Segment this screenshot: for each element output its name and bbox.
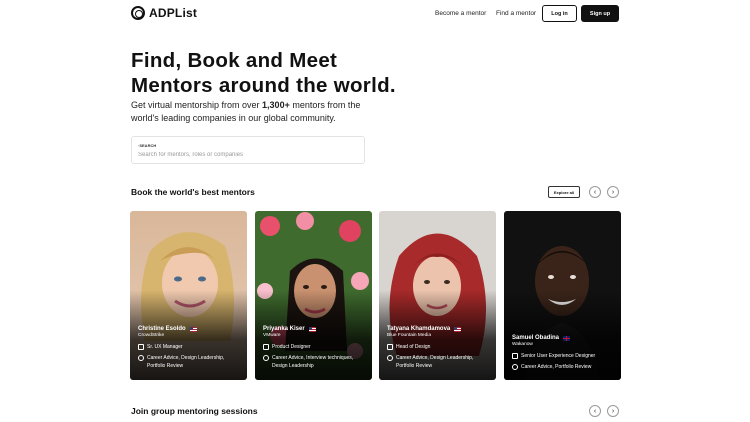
- us-flag-icon: [454, 326, 462, 332]
- mentor-topics-row: Career Advice, Design Leadership, Portfo…: [138, 354, 241, 370]
- mentor-role-row: Head of Design: [387, 343, 490, 351]
- mentor-company: Wakanow: [512, 342, 533, 347]
- chevron-right-icon: ›: [611, 407, 615, 415]
- mentor-name-row: Tatyana Khamdamova: [387, 326, 490, 332]
- us-flag-icon: [308, 326, 316, 332]
- mentor-topics: Career Advice, Design Leadership, Portfo…: [147, 355, 225, 369]
- chevron-right-icon: ›: [611, 188, 615, 196]
- mentor-topics: Career Advice, Interview techniques, Des…: [272, 355, 354, 369]
- mentor-topics: Career Advice, Design Leadership, Portfo…: [396, 355, 474, 369]
- search-box[interactable]: ·SEARCH: [131, 136, 365, 164]
- mentor-topics-row: Career Advice, Portfolio Review: [512, 363, 615, 371]
- mentor-name: Christine Esoldo: [138, 326, 186, 332]
- signup-button[interactable]: Sign up: [581, 5, 619, 22]
- mentor-role: Head of Design: [396, 344, 431, 350]
- mentor-card[interactable]: Priyanka Kiser VMware Product Designer C…: [255, 211, 372, 380]
- briefcase-icon: [263, 344, 269, 350]
- mentor-name: Samuel Obadina: [512, 335, 560, 341]
- mentor-company: Blue Fountain Media: [387, 333, 431, 338]
- mentors-prev-button[interactable]: ‹: [589, 186, 601, 198]
- briefcase-icon: [512, 353, 518, 359]
- mentor-company: VMware: [263, 333, 281, 338]
- mentor-name-row: Samuel Obadina: [512, 335, 615, 341]
- mentor-name: Tatyana Khamdamova: [387, 326, 451, 332]
- mentor-name: Priyanka Kiser: [263, 326, 305, 332]
- mentor-card[interactable]: Samuel Obadina Wakanow Senior User Exper…: [504, 211, 621, 380]
- mentor-company: CrowdStrike: [138, 333, 165, 338]
- us-flag-icon: [189, 326, 197, 332]
- mentor-topics-row: Career Advice, Interview techniques, Des…: [263, 354, 366, 370]
- logo-text: ADPList: [149, 6, 198, 20]
- chat-icon: [138, 355, 144, 361]
- chat-icon: [387, 355, 393, 361]
- login-button[interactable]: Log in: [542, 5, 577, 22]
- hero-subtitle-before: Get virtual mentorship from over: [131, 100, 263, 110]
- uk-flag-icon: [563, 335, 571, 341]
- hero-title-line1: Find, Book and Meet: [131, 49, 338, 72]
- briefcase-icon: [387, 344, 393, 350]
- mentor-topics: Career Advice, Portfolio Review: [521, 364, 592, 370]
- chevron-left-icon: ‹: [593, 407, 597, 415]
- logo-icon: [131, 6, 145, 20]
- nav-become-mentor[interactable]: Become a mentor: [435, 10, 486, 17]
- mentor-role-row: Sr. UX Manager: [138, 343, 241, 351]
- mentor-info: Tatyana Khamdamova Blue Fountain Media H…: [387, 326, 490, 370]
- chat-icon: [512, 364, 518, 370]
- mentor-info: Samuel Obadina Wakanow Senior User Exper…: [512, 335, 615, 371]
- hero-title: Find, Book and Meet Mentors around the w…: [131, 48, 431, 98]
- group-next-button[interactable]: ›: [607, 405, 619, 417]
- search-input[interactable]: [138, 150, 358, 160]
- mentor-info: Priyanka Kiser VMware Product Designer C…: [263, 326, 366, 370]
- nav-find-mentor[interactable]: Find a mentor: [496, 10, 536, 17]
- mentor-card[interactable]: Tatyana Khamdamova Blue Fountain Media H…: [379, 211, 496, 380]
- mentor-name-row: Priyanka Kiser: [263, 326, 366, 332]
- mentor-role: Sr. UX Manager: [147, 344, 183, 350]
- group-section-title: Join group mentoring sessions: [131, 406, 258, 416]
- hero-title-line2: Mentors around the world.: [131, 74, 396, 97]
- mentors-next-button[interactable]: ›: [607, 186, 619, 198]
- mentor-role: Product Designer: [272, 344, 311, 350]
- mentor-topics-row: Career Advice, Design Leadership, Portfo…: [387, 354, 490, 370]
- mentor-role: Senior User Experience Designer: [521, 353, 596, 359]
- mentor-role-row: Senior User Experience Designer: [512, 352, 615, 360]
- top-navbar: ADPList Become a mentor Find a mentor Lo…: [0, 0, 750, 28]
- mentor-count: 1,300+: [262, 100, 290, 110]
- briefcase-icon: [138, 344, 144, 350]
- chevron-left-icon: ‹: [593, 188, 597, 196]
- mentor-info: Christine Esoldo CrowdStrike Sr. UX Mana…: [138, 326, 241, 370]
- group-prev-button[interactable]: ‹: [589, 405, 601, 417]
- mentor-card[interactable]: Christine Esoldo CrowdStrike Sr. UX Mana…: [130, 211, 247, 380]
- hero-subtitle: Get virtual mentorship from over 1,300+ …: [131, 99, 371, 124]
- mentors-section-title: Book the world's best mentors: [131, 187, 255, 197]
- mentor-role-row: Product Designer: [263, 343, 366, 351]
- chat-icon: [263, 355, 269, 361]
- mentor-name-row: Christine Esoldo: [138, 326, 241, 332]
- search-label: ·SEARCH: [138, 143, 157, 148]
- adplist-logo[interactable]: ADPList: [131, 6, 197, 20]
- explore-all-button[interactable]: Explore all: [548, 186, 580, 198]
